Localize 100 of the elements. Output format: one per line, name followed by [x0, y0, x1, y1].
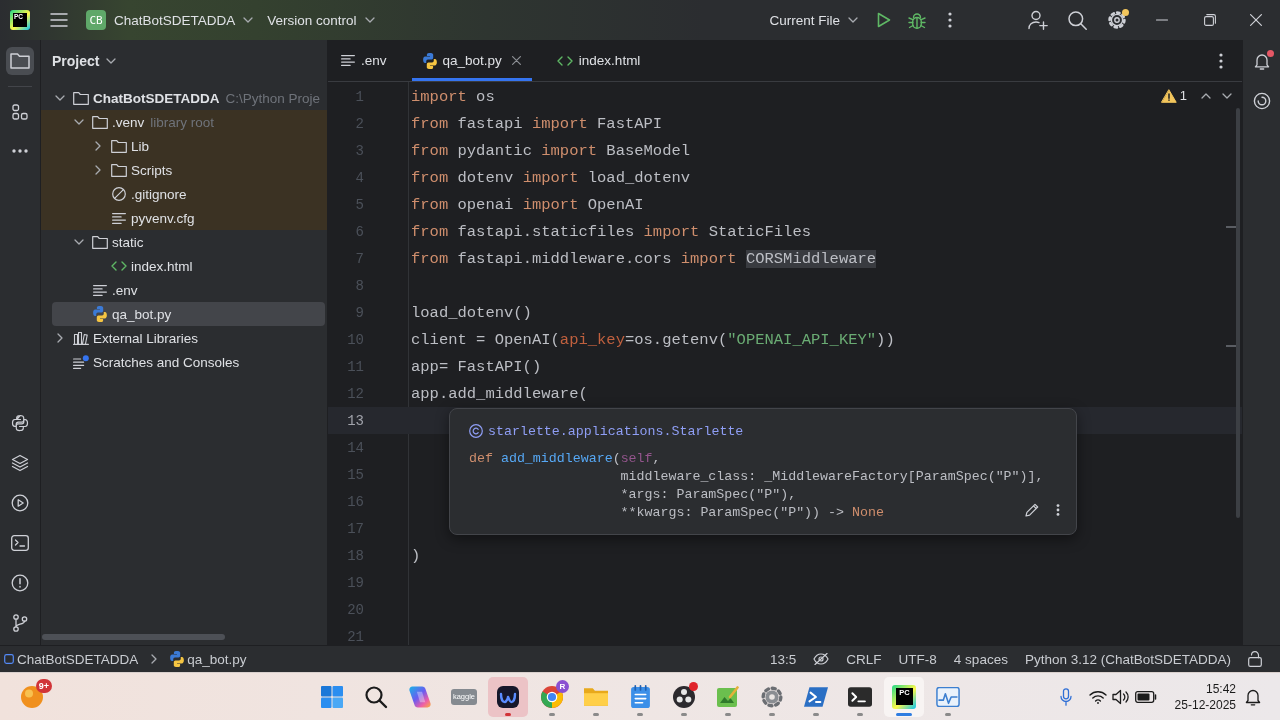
tree-item[interactable]: index.html: [52, 254, 325, 278]
python-icon: [170, 651, 185, 667]
chevron-down-icon: [106, 58, 117, 64]
signature-line: *args: ParamSpec("P"),: [620, 486, 797, 504]
menu-icon[interactable]: [50, 13, 68, 27]
chevron-right-icon[interactable]: [95, 141, 101, 151]
square-outline-icon: [4, 654, 14, 664]
error-stripe-mark: [1226, 345, 1236, 347]
terminal-icon: [11, 535, 29, 551]
code-line: client = OpenAI(api_key=os.getenv("OPENAI_API_KEY")): [411, 330, 895, 349]
signature-line: **kwargs: ParamSpec("P")) -> None: [620, 504, 884, 522]
warning-count: 1: [1179, 88, 1187, 103]
more-icon[interactable]: [948, 12, 952, 28]
caret-position[interactable]: 13:5: [770, 651, 797, 667]
clock-time[interactable]: 15:42: [1205, 680, 1236, 697]
tree-item[interactable]: ChatBotSDETADDA C:\Python Proje: [52, 86, 325, 110]
tree-item[interactable]: Scratches and Consoles: [52, 350, 325, 374]
file-encoding[interactable]: UTF-8: [898, 651, 937, 667]
settings-icon[interactable]: [1108, 11, 1126, 29]
chevron-up-icon[interactable]: [1201, 92, 1211, 99]
editor-tab[interactable]: index.html: [545, 40, 652, 81]
code-line: from openai import OpenAI: [411, 195, 644, 214]
bell-icon[interactable]: [1245, 687, 1261, 706]
indent-setting[interactable]: 4 spaces: [953, 651, 1008, 667]
tree-item[interactable]: qa_bot.py: [52, 302, 325, 326]
tree-item[interactable]: Scripts: [52, 158, 325, 182]
search-icon[interactable]: [1068, 10, 1087, 30]
chevron-down-icon[interactable]: [55, 95, 65, 101]
editor-tab[interactable]: .env: [330, 40, 398, 81]
crossed-eye-icon[interactable]: [813, 653, 830, 665]
chevron-down-icon[interactable]: [74, 239, 84, 245]
speaker-icon[interactable]: [1111, 688, 1130, 705]
tree-item[interactable]: .venv library root: [52, 110, 325, 134]
tree-item[interactable]: .gitignore: [52, 182, 325, 206]
code-line: app= FastAPI(): [411, 357, 542, 376]
tree-item[interactable]: static: [52, 230, 325, 254]
class-path-text: starlette.applications.Starlette: [488, 423, 744, 439]
run-icon[interactable]: [877, 12, 891, 28]
close-icon[interactable]: [511, 56, 521, 65]
chevron-down-icon: [848, 17, 858, 23]
project-selector[interactable]: CB ChatBotSDETADDA: [86, 10, 254, 30]
widgets-button[interactable]: 9+: [12, 676, 52, 717]
folder-icon: [92, 115, 108, 129]
scrollbar-thumb[interactable]: [42, 634, 225, 640]
tree-item[interactable]: pyvenv.cfg: [52, 206, 325, 230]
clock-date[interactable]: 25-12-2025: [1174, 696, 1236, 713]
tree-item-hint: C:\Python Proje: [225, 90, 321, 106]
breadcrumb[interactable]: ChatBotSDETADDA: [17, 651, 139, 667]
panel-title-menu[interactable]: Project: [52, 53, 117, 69]
python-icon: [422, 52, 437, 69]
close-icon[interactable]: [1250, 14, 1262, 26]
bell-icon[interactable]: [1252, 52, 1271, 70]
tool-window-button[interactable]: [6, 47, 34, 75]
tree-item[interactable]: .env: [52, 278, 325, 302]
tree-item[interactable]: External Libraries: [52, 326, 325, 350]
notification-count: 9+: [36, 678, 52, 693]
edit-icon[interactable]: [1025, 503, 1039, 517]
chevron-down-icon[interactable]: [74, 119, 84, 125]
code-line: from dotenv import load_dotenv: [411, 168, 691, 187]
more-icon[interactable]: [1219, 52, 1223, 69]
code-line: load_dotenv(): [411, 303, 532, 322]
line-number: 13: [346, 412, 364, 429]
taskbar-button[interactable]: [488, 676, 528, 717]
microphone-icon[interactable]: [1059, 687, 1072, 706]
line-separator[interactable]: CRLF: [846, 651, 882, 667]
tricolor-circle-icon: [541, 685, 563, 708]
start-icon: [320, 684, 344, 709]
run-config-selector[interactable]: Current File: [769, 12, 858, 28]
restore-icon[interactable]: [1204, 14, 1216, 26]
editor-tab[interactable]: qa_bot.py: [411, 40, 532, 81]
tree-item[interactable]: Lib: [52, 134, 325, 158]
open-padlock-icon[interactable]: [1248, 651, 1262, 667]
gradient-ribbon-icon: [409, 685, 431, 708]
code-line: from fastapi.middleware.cors import CORSMiddleware: [411, 249, 877, 268]
bug-icon[interactable]: [908, 11, 926, 29]
add-user-icon[interactable]: [1028, 10, 1048, 30]
scratch-list-icon: [73, 355, 89, 369]
python-outline-icon: [11, 414, 29, 432]
vcs-menu[interactable]: Version control: [267, 12, 375, 28]
code-line: import os: [411, 87, 495, 106]
layers-icon: [11, 454, 29, 472]
more-icon[interactable]: [1056, 504, 1060, 516]
alert-circle-icon: [11, 574, 29, 592]
code-line: from pydantic import BaseModel: [411, 141, 691, 160]
folder-icon: [111, 139, 127, 153]
interpreter-setting[interactable]: Python 3.12 (ChatBotSDETADDA): [1024, 651, 1231, 667]
warning-icon[interactable]: [1160, 88, 1177, 103]
text-file-icon: [93, 284, 107, 296]
chevron-right-icon[interactable]: [95, 165, 101, 175]
library-icon: [73, 331, 89, 345]
battery-icon[interactable]: [1134, 690, 1157, 703]
breadcrumb[interactable]: qa_bot.py: [187, 651, 247, 667]
chevron-down-icon: [243, 17, 254, 23]
scrollbar-thumb[interactable]: [1236, 108, 1240, 518]
spiral-icon[interactable]: [1252, 92, 1271, 110]
chevron-right-icon[interactable]: [57, 333, 63, 343]
gear-icon: [761, 685, 783, 708]
taskbar-button[interactable]: R: [532, 676, 572, 717]
wifi-icon[interactable]: [1088, 689, 1107, 704]
chevron-down-icon[interactable]: [1222, 92, 1232, 99]
